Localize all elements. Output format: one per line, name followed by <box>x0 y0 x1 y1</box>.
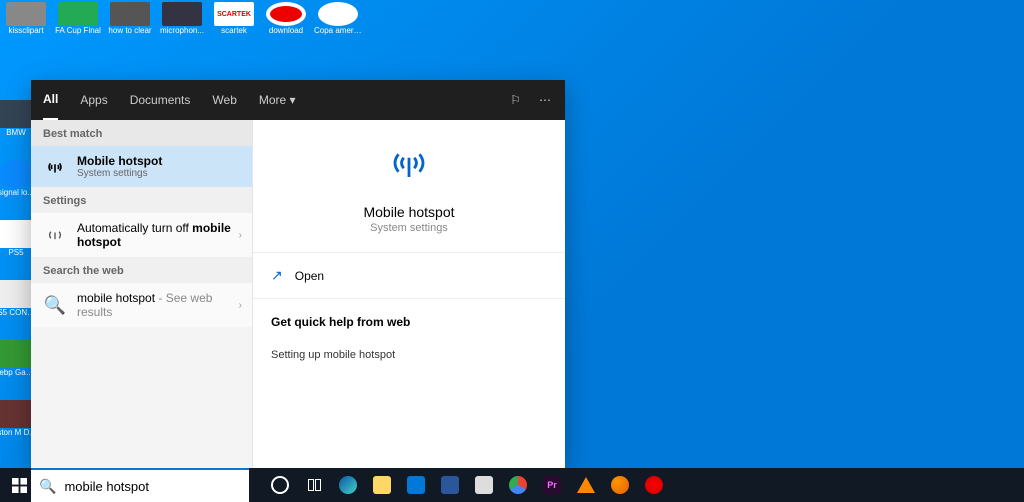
taskbar-app-chrome[interactable] <box>502 471 534 499</box>
feedback-icon[interactable]: ⚐ <box>510 93 521 107</box>
tab-all[interactable]: All <box>43 80 58 120</box>
section-search-web: Search the web <box>31 257 252 283</box>
desktop-icon[interactable]: how to clear <box>106 2 154 42</box>
open-icon: ↗ <box>271 267 283 284</box>
hotspot-icon <box>385 142 433 194</box>
open-label: Open <box>295 269 324 283</box>
tab-web[interactable]: Web <box>212 81 236 119</box>
result-title: mobile hotspot - See web results <box>77 291 240 319</box>
taskbar-app-edge[interactable] <box>332 471 364 499</box>
desktop-icon[interactable]: Copa america <box>314 2 362 42</box>
taskbar-app-generic[interactable] <box>638 471 670 499</box>
result-subtitle: System settings <box>77 168 240 179</box>
result-auto-off-hotspot[interactable]: Automatically turn off mobile hotspot › <box>31 213 252 257</box>
desktop-icons-top: kissclipart FA Cup Final how to clear mi… <box>0 0 364 44</box>
hotspot-icon <box>43 223 67 247</box>
preview-hero: Mobile hotspot System settings <box>253 120 565 253</box>
search-icon: 🔍 <box>43 293 67 317</box>
result-mobile-hotspot[interactable]: Mobile hotspot System settings <box>31 146 252 187</box>
result-title: Mobile hotspot <box>77 154 240 168</box>
result-web-search[interactable]: 🔍 mobile hotspot - See web results › <box>31 283 252 327</box>
more-options-icon[interactable]: ⋯ <box>539 93 553 107</box>
open-action[interactable]: ↗ Open <box>253 253 565 299</box>
search-input-container: 🔍 <box>31 468 249 502</box>
hotspot-icon <box>43 155 67 179</box>
section-best-match: Best match <box>31 120 252 146</box>
search-preview-column: Mobile hotspot System settings ↗ Open Ge… <box>253 120 565 468</box>
preview-title: Mobile hotspot <box>363 204 454 220</box>
search-filter-tabs: All Apps Documents Web More ▾ ⚐ ⋯ <box>31 80 565 120</box>
task-view-button[interactable] <box>298 471 330 499</box>
taskbar-app-premiere[interactable]: Pr <box>536 471 568 499</box>
taskbar-app-explorer[interactable] <box>366 471 398 499</box>
start-button[interactable] <box>4 471 34 499</box>
quick-help-header: Get quick help from web <box>253 299 565 345</box>
result-title: Automatically turn off mobile hotspot <box>77 221 240 249</box>
cortana-button[interactable] <box>264 471 296 499</box>
taskbar-app-mail[interactable] <box>468 471 500 499</box>
search-icon: 🔍 <box>39 478 56 495</box>
chevron-right-icon: › <box>239 300 242 311</box>
desktop-icon[interactable]: download <box>262 2 310 42</box>
desktop-icon[interactable]: microphon... <box>158 2 206 42</box>
taskbar-app-firefox[interactable] <box>604 471 636 499</box>
preview-subtitle: System settings <box>370 222 448 234</box>
desktop-wallpaper[interactable]: kissclipart FA Cup Final how to clear mi… <box>0 0 1024 502</box>
taskbar-app-vlc[interactable] <box>570 471 602 499</box>
tab-apps[interactable]: Apps <box>80 81 107 119</box>
search-results-column: Best match Mobile hotspot System setting… <box>31 120 253 468</box>
desktop-icon[interactable]: SCARTEKscartek <box>210 2 258 42</box>
tab-more[interactable]: More ▾ <box>259 81 296 119</box>
section-settings: Settings <box>31 187 252 213</box>
taskbar-app-store[interactable] <box>400 471 432 499</box>
taskbar-app-word[interactable] <box>434 471 466 499</box>
chevron-right-icon: › <box>239 230 242 241</box>
help-link-setup-hotspot[interactable]: Setting up mobile hotspot <box>253 345 565 365</box>
desktop-icon[interactable]: FA Cup Final <box>54 2 102 42</box>
desktop-icon[interactable]: kissclipart <box>2 2 50 42</box>
start-search-panel: All Apps Documents Web More ▾ ⚐ ⋯ Best m… <box>31 80 565 468</box>
search-input[interactable] <box>64 479 241 494</box>
tab-documents[interactable]: Documents <box>130 81 191 119</box>
